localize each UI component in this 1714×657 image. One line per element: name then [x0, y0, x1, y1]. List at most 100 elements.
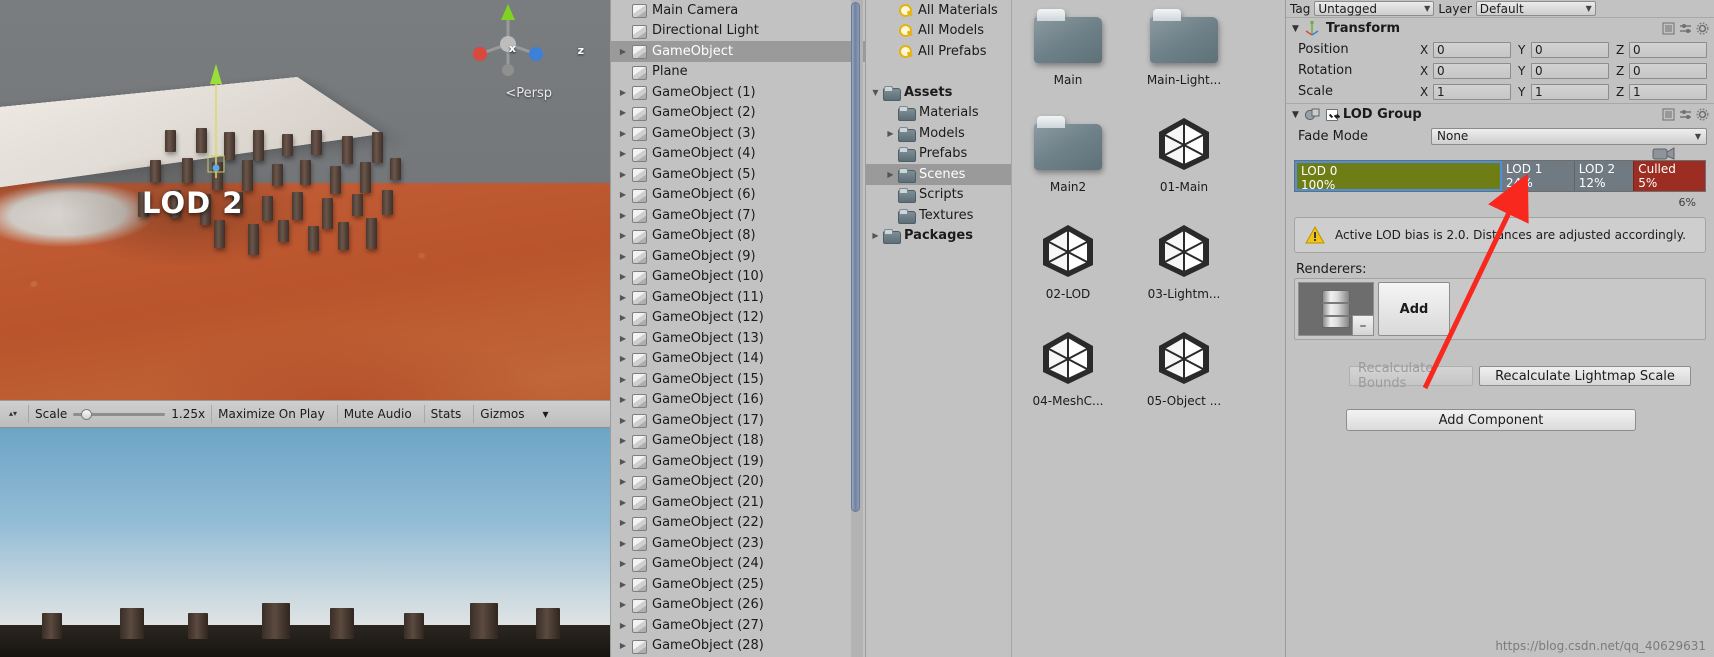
layer-dropdown[interactable]: Default ▼ [1475, 1, 1596, 16]
project-tree-item[interactable]: ▶All Prefabs [866, 41, 1011, 62]
hierarchy-item[interactable]: ▶ GameObject (2) [611, 103, 865, 124]
hierarchy-item[interactable]: ▶ GameObject (3) [611, 123, 865, 144]
asset-tile[interactable]: 05-Object ... [1128, 321, 1240, 408]
renderers-list[interactable]: – Add [1294, 278, 1706, 340]
asset-tile[interactable]: 02-LOD [1012, 214, 1124, 301]
expand-triangle-icon[interactable]: ▶ [615, 272, 631, 281]
expand-triangle-icon[interactable]: ▶ [615, 621, 631, 630]
settings-sliders-icon[interactable] [1679, 108, 1692, 121]
fade-mode-row[interactable]: Fade Mode None ▼ [1286, 125, 1714, 147]
expand-triangle-icon[interactable]: ▶ [615, 129, 631, 138]
hierarchy-item[interactable]: ▶ GameObject (28) [611, 636, 865, 657]
hierarchy-item[interactable]: ▶ GameObject (4) [611, 144, 865, 165]
hierarchy-item[interactable]: ▶ GameObject (9) [611, 246, 865, 267]
game-view-toolbar[interactable]: ▴▾ Scale 1.25x Maximize On Play Mute Aud… [0, 400, 610, 428]
expand-triangle-icon[interactable]: ▶ [615, 559, 631, 568]
lod-group-enabled-checkbox[interactable] [1325, 108, 1338, 121]
project-asset-grid[interactable]: Main Main-Light... Main2 01-Main 02-LOD 03-Li… [1011, 0, 1285, 657]
hierarchy-item[interactable]: ▶ GameObject (12) [611, 308, 865, 329]
expand-triangle-icon[interactable]: ▶ [615, 47, 631, 56]
hierarchy-item[interactable]: ▶ GameObject (7) [611, 205, 865, 226]
vector-field[interactable]: Y1 [1518, 83, 1609, 100]
hierarchy-item[interactable]: ▶ GameObject (13) [611, 328, 865, 349]
expand-triangle-icon[interactable]: ▶ [615, 477, 631, 486]
tag-layer-row[interactable]: Tag Untagged ▼ Layer Default ▼ [1286, 0, 1714, 17]
numeric-input-z[interactable]: 0 [1629, 62, 1707, 79]
mute-audio-button[interactable]: Mute Audio [336, 405, 418, 423]
hierarchy-item[interactable]: ▶ GameObject (6) [611, 185, 865, 206]
transform-rows[interactable]: Position X 0 Y 0 Z 0 Rotation X 0 Y 0 Z 0 Scale X 1 Y 1 Z 1 [1286, 39, 1714, 102]
lod-segment[interactable]: Culled 5% [1633, 161, 1705, 191]
hierarchy-item[interactable]: ▶ GameObject (16) [611, 390, 865, 411]
project-tree-item[interactable]: ▼ Assets [866, 82, 1011, 103]
vector-field[interactable]: Z0 [1616, 41, 1707, 58]
expand-triangle-icon[interactable]: ▶ [615, 252, 631, 261]
lod-segment[interactable]: LOD 2 12% [1573, 161, 1634, 191]
asset-tile[interactable]: 01-Main [1128, 107, 1240, 194]
hierarchy-scrollbar[interactable] [851, 2, 860, 512]
scale-slider[interactable] [73, 407, 166, 421]
project-tree-item[interactable]: ▶All Models [866, 21, 1011, 42]
expand-triangle-icon[interactable]: ▶ [615, 354, 631, 363]
hierarchy-item[interactable]: ▶ GameObject (14) [611, 349, 865, 370]
asset-tile[interactable]: Main-Light... [1128, 0, 1240, 87]
numeric-input-y[interactable]: 1 [1531, 83, 1609, 100]
hierarchy-item[interactable]: ▶ GameObject (23) [611, 533, 865, 554]
asset-tile[interactable]: Main [1012, 0, 1124, 87]
expand-triangle-icon[interactable]: ▶ [615, 231, 631, 240]
expand-triangle-icon[interactable]: ▶ [883, 170, 898, 179]
vector-field[interactable]: X0 [1420, 41, 1511, 58]
gear-icon[interactable] [1696, 108, 1709, 121]
asset-tile[interactable]: 03-Lightm... [1128, 214, 1240, 301]
hierarchy-item[interactable]: ▶ GameObject (24) [611, 554, 865, 575]
updown-caret-icon[interactable]: ▴▾ [4, 405, 22, 423]
numeric-input-x[interactable]: 1 [1433, 83, 1511, 100]
slider-knob[interactable] [81, 408, 93, 420]
numeric-input-x[interactable]: 0 [1433, 41, 1511, 58]
component-header-icons[interactable] [1662, 22, 1709, 35]
project-panel[interactable]: ▶All Materials▶All Models▶All Prefabs▼As… [865, 0, 1285, 657]
preset-icon[interactable] [1662, 22, 1675, 35]
expand-triangle-icon[interactable]: ▶ [615, 190, 631, 199]
add-component-button[interactable]: Add Component [1346, 409, 1636, 431]
hierarchy-item[interactable]: ▶ GameObject (11) [611, 287, 865, 308]
expand-triangle-icon[interactable]: ▶ [615, 518, 631, 527]
expand-triangle-icon[interactable]: ▶ [615, 334, 631, 343]
hierarchy-item[interactable]: ▶ GameObject (20) [611, 472, 865, 493]
hierarchy-item[interactable]: ▶Plane [611, 62, 865, 83]
hierarchy-item[interactable]: ▶ GameObject (26) [611, 595, 865, 616]
maximize-on-play-button[interactable]: Maximize On Play [211, 405, 331, 423]
vector-field[interactable]: Z0 [1616, 62, 1707, 79]
expand-triangle-icon[interactable]: ▶ [615, 457, 631, 466]
expand-triangle-icon[interactable]: ▶ [615, 108, 631, 117]
project-tree-item[interactable]: ▶ Models [866, 123, 1011, 144]
gear-icon[interactable] [1696, 22, 1709, 35]
vector-field[interactable]: Y0 [1518, 62, 1609, 79]
hierarchy-item[interactable]: ▶Main Camera [611, 0, 865, 21]
expand-triangle-icon[interactable]: ▶ [615, 313, 631, 322]
vector-field[interactable]: Y0 [1518, 41, 1609, 58]
expand-triangle-icon[interactable]: ▶ [883, 129, 898, 138]
scene-view[interactable]: LOD 2 <Persp x z [0, 0, 610, 400]
lod-distance-bar[interactable]: LOD 0 100% LOD 1 24% LOD 2 12% Culled 5% [1294, 160, 1706, 192]
asset-tile[interactable]: Main2 [1012, 107, 1124, 194]
hierarchy-item[interactable]: ▶ GameObject (21) [611, 492, 865, 513]
numeric-input-z[interactable]: 1 [1629, 83, 1707, 100]
expand-triangle-icon[interactable]: ▶ [615, 395, 631, 404]
expand-triangle-icon[interactable]: ▶ [615, 416, 631, 425]
expand-triangle-icon[interactable]: ▶ [615, 149, 631, 158]
project-tree-item[interactable]: ▶Textures [866, 205, 1011, 226]
lod-group-header[interactable]: ▼ LOD Group [1286, 103, 1714, 125]
expand-triangle-icon[interactable]: ▶ [615, 580, 631, 589]
hierarchy-panel[interactable]: ▶Main Camera▶Directional Light▶GameObjec… [610, 0, 865, 657]
hierarchy-item[interactable]: ▶ GameObject (25) [611, 574, 865, 595]
hierarchy-item[interactable]: ▶ GameObject (18) [611, 431, 865, 452]
fade-mode-dropdown[interactable]: None ▼ [1431, 127, 1707, 145]
gizmos-button[interactable]: Gizmos [473, 405, 530, 423]
expand-triangle-icon[interactable]: ▶ [615, 88, 631, 97]
hierarchy-scroll-track[interactable] [851, 0, 863, 657]
move-gizmo[interactable] [186, 60, 246, 180]
gizmos-dropdown-icon[interactable]: ▾ [537, 405, 555, 423]
inspector-panel[interactable]: Tag Untagged ▼ Layer Default ▼ ▼ Transfo… [1285, 0, 1714, 657]
project-tree-item[interactable]: ▶Prefabs [866, 144, 1011, 165]
